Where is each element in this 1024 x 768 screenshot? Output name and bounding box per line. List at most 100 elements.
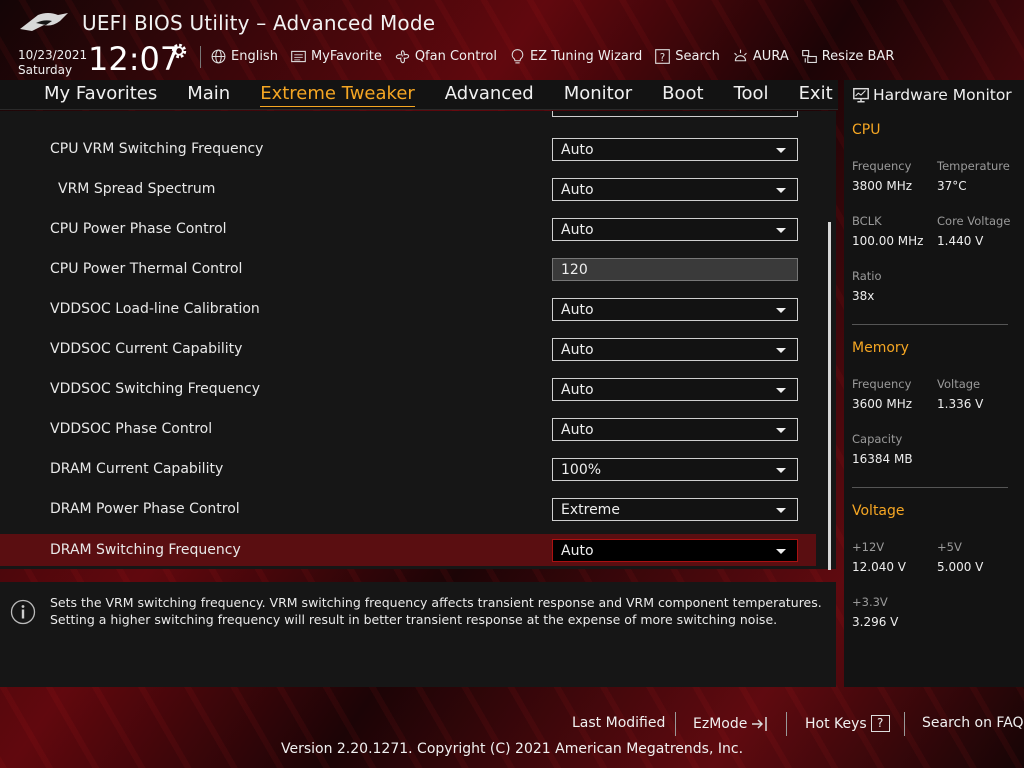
v5-value: 5.000 V [937, 560, 984, 574]
setting-label: VDDSOC Load-line Calibration [50, 301, 260, 317]
vrm-spread-spectrum-dropdown[interactable]: Auto [552, 178, 798, 201]
settings-row[interactable]: VRM Spread Spectrum Auto [0, 173, 816, 205]
chevron-down-icon [776, 508, 786, 513]
help-key-icon: ? [870, 715, 890, 732]
settings-row[interactable]: CPU Power Phase Control Auto [0, 213, 816, 245]
lightbulb-icon [511, 48, 524, 63]
chevron-down-icon [776, 468, 786, 473]
tab-my-favorites[interactable]: My Favorites [44, 83, 157, 106]
chevron-down-icon [776, 188, 786, 193]
bclk-value: 100.00 MHz [852, 234, 924, 248]
capacity-label: Capacity [852, 432, 903, 446]
setting-label: VRM Spread Spectrum [58, 181, 216, 197]
cpu-power-phase-control-dropdown[interactable]: Auto [552, 218, 798, 241]
tab-monitor[interactable]: Monitor [564, 83, 632, 106]
top-toolbar: English MyFavorite Qfan Control EZ Tunin… [210, 46, 906, 66]
setting-label: VDDSOC Switching Frequency [50, 381, 260, 397]
partial-dropdown[interactable] [552, 111, 798, 117]
cpu-power-thermal-control-input[interactable]: 120 [552, 258, 798, 281]
vddsoc-load-line-calibration-dropdown[interactable]: Auto [552, 298, 798, 321]
monitor-divider [852, 487, 1008, 488]
search-button[interactable]: ? Search [654, 48, 720, 65]
cpu-vrm-switching-frequency-dropdown[interactable]: Auto [552, 138, 798, 161]
vddsoc-phase-control-dropdown[interactable]: Auto [552, 418, 798, 441]
setting-label: CPU VRM Switching Frequency [50, 141, 264, 157]
settings-scrollbar[interactable] [828, 222, 831, 570]
fan-icon [395, 49, 410, 63]
voltage-heading: Voltage [852, 503, 905, 519]
copyright-text: Version 2.20.1271. Copyright (C) 2021 Am… [280, 741, 744, 757]
qfan-control-button[interactable]: Qfan Control [394, 48, 497, 65]
myfavorite-button[interactable]: MyFavorite [290, 48, 382, 65]
memory-frequency-value: 3600 MHz [852, 397, 913, 411]
memory-voltage-label: Voltage [937, 377, 981, 391]
setting-label: CPU Power Thermal Control [50, 261, 243, 277]
tab-tool[interactable]: Tool [734, 83, 769, 106]
setting-label: VDDSOC Phase Control [50, 421, 213, 437]
tab-main[interactable]: Main [187, 83, 230, 106]
main-nav: My Favorites Main Extreme Tweaker Advanc… [0, 80, 838, 110]
chevron-down-icon [776, 428, 786, 433]
chevron-down-icon [776, 348, 786, 353]
chevron-down-icon [776, 388, 786, 393]
aura-button[interactable]: AURA [732, 48, 789, 65]
footer-separator [904, 712, 905, 736]
cpu-heading: CPU [852, 122, 881, 138]
ratio-label: Ratio [852, 269, 882, 283]
svg-text:?: ? [660, 52, 665, 63]
v5-label: +5V [937, 540, 962, 554]
rog-logo-icon [20, 13, 68, 31]
help-description: Sets the VRM switching frequency. VRM sw… [50, 595, 822, 627]
ratio-value: 38x [852, 289, 875, 303]
tab-extreme-tweaker[interactable]: Extreme Tweaker [260, 83, 415, 107]
dram-power-phase-control-dropdown[interactable]: Extreme [552, 498, 798, 521]
exit-arrow-icon [752, 717, 768, 731]
settings-row[interactable]: VDDSOC Switching Frequency Auto [0, 373, 816, 405]
settings-row[interactable]: VDDSOC Phase Control Auto [0, 413, 816, 445]
search-on-faq-button[interactable]: Search on FAQ [922, 715, 1024, 731]
settings-row[interactable]: VDDSOC Current Capability Auto [0, 333, 816, 365]
setting-label: DRAM Current Capability [50, 461, 224, 477]
cpu-frequency-value: 3800 MHz [852, 179, 913, 193]
dram-current-capability-dropdown[interactable]: 100% [552, 458, 798, 481]
vddsoc-current-capability-dropdown[interactable]: Auto [552, 338, 798, 361]
memory-voltage-value: 1.336 V [937, 397, 984, 411]
v33-label: +3.3V [852, 595, 888, 609]
monitor-divider [852, 324, 1008, 325]
chevron-down-icon [776, 228, 786, 233]
header-separator [200, 46, 201, 68]
language-button[interactable]: English [210, 48, 278, 65]
settings-row-partial [0, 111, 816, 121]
hot-keys-button[interactable]: Hot Keys ? [805, 715, 890, 732]
tab-exit[interactable]: Exit [799, 83, 833, 106]
vddsoc-switching-frequency-dropdown[interactable]: Auto [552, 378, 798, 401]
tab-boot[interactable]: Boot [662, 83, 703, 106]
chevron-down-icon [776, 308, 786, 313]
gear-icon[interactable] [170, 42, 188, 60]
ezmode-button[interactable]: EzMode [693, 715, 770, 733]
resize-bar-button[interactable]: Resize BAR [801, 48, 894, 65]
settings-row[interactable]: CPU Power Thermal Control 120 [0, 253, 816, 285]
settings-row-selected[interactable]: DRAM Switching Frequency Auto [0, 534, 816, 566]
memory-frequency-label: Frequency [852, 377, 912, 391]
settings-row[interactable]: CPU VRM Switching Frequency Auto [0, 133, 816, 165]
globe-icon [211, 49, 226, 63]
dram-switching-frequency-dropdown[interactable]: Auto [552, 539, 798, 562]
v12-label: +12V [852, 540, 885, 554]
setting-label: CPU Power Phase Control [50, 221, 227, 237]
hardware-monitor-title: Hardware Monitor [852, 86, 1012, 104]
footer-separator [675, 712, 676, 736]
setting-label: VDDSOC Current Capability [50, 341, 243, 357]
aura-light-icon [734, 49, 747, 61]
chevron-down-icon [776, 148, 786, 153]
settings-row[interactable]: VDDSOC Load-line Calibration Auto [0, 293, 816, 325]
last-modified-button[interactable]: Last Modified [572, 715, 665, 731]
tab-advanced[interactable]: Advanced [445, 83, 534, 106]
settings-row[interactable]: DRAM Power Phase Control Extreme [0, 493, 816, 525]
ez-tuning-wizard-button[interactable]: EZ Tuning Wizard [509, 48, 642, 65]
capacity-value: 16384 MB [852, 452, 913, 466]
settings-row[interactable]: DRAM Current Capability 100% [0, 453, 816, 485]
clock-display: 12:07 [88, 40, 181, 78]
resize-bar-icon [801, 49, 817, 63]
hardware-monitor-panel: Hardware Monitor CPU Frequency Temperatu… [844, 80, 1024, 687]
